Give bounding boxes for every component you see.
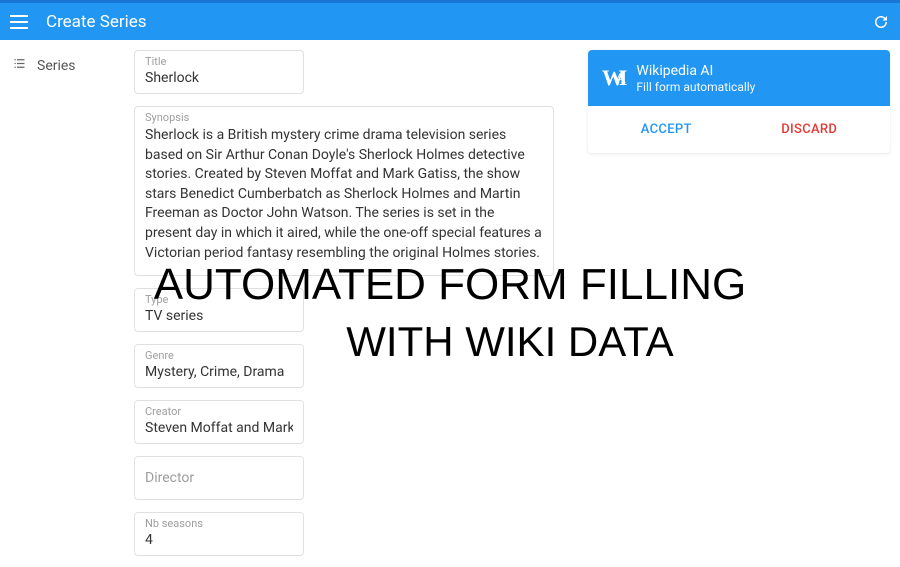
- synopsis-field-wrapper: Synopsis Sherlock is a British mystery c…: [134, 106, 554, 276]
- nbseasons-label: Nb seasons: [145, 517, 293, 531]
- accept-button[interactable]: ACCEPT: [641, 122, 692, 137]
- sidebar: Series: [0, 40, 122, 567]
- creator-field-wrapper: Creator: [134, 400, 304, 444]
- type-input[interactable]: [145, 307, 293, 325]
- ai-header: WAI Wikipedia AI Fill form automatically: [588, 50, 890, 106]
- type-label: Type: [145, 293, 293, 307]
- sidebar-item-label: Series: [37, 58, 76, 74]
- creator-input[interactable]: [145, 419, 293, 437]
- genre-input[interactable]: [145, 363, 293, 381]
- director-field-wrapper: [134, 456, 304, 500]
- main-layout: Series Title Synopsis Sherlock is a Brit…: [0, 40, 900, 567]
- list-icon: [12, 56, 27, 75]
- menu-icon[interactable]: [10, 11, 32, 33]
- ai-card: WAI Wikipedia AI Fill form automatically…: [588, 50, 890, 153]
- nbseasons-field-wrapper: Nb seasons: [134, 512, 304, 556]
- wikipedia-ai-logo-icon: WAI: [602, 67, 624, 89]
- nbseasons-input[interactable]: [145, 531, 293, 549]
- refresh-icon[interactable]: [872, 13, 890, 31]
- ai-subtitle: Fill form automatically: [636, 80, 755, 94]
- topbar: Create Series: [0, 0, 900, 40]
- synopsis-input[interactable]: Sherlock is a British mystery crime dram…: [145, 125, 543, 265]
- genre-label: Genre: [145, 349, 293, 363]
- ai-header-text: Wikipedia AI Fill form automatically: [636, 62, 755, 94]
- title-label: Title: [145, 55, 293, 69]
- title-field-wrapper: Title: [134, 50, 304, 94]
- type-field-wrapper: Type: [134, 288, 304, 332]
- ai-title: Wikipedia AI: [636, 62, 755, 80]
- genre-field-wrapper: Genre: [134, 344, 304, 388]
- sidebar-item-series[interactable]: Series: [0, 50, 122, 81]
- director-input[interactable]: [145, 469, 293, 487]
- synopsis-label: Synopsis: [145, 111, 543, 125]
- ai-actions: ACCEPT DISCARD: [588, 106, 890, 153]
- creator-label: Creator: [145, 405, 293, 419]
- page-title: Create Series: [46, 12, 872, 32]
- form-area: Title Synopsis Sherlock is a British mys…: [122, 40, 588, 567]
- discard-button[interactable]: DISCARD: [781, 122, 837, 137]
- title-input[interactable]: [145, 69, 293, 87]
- right-panel: WAI Wikipedia AI Fill form automatically…: [588, 40, 900, 567]
